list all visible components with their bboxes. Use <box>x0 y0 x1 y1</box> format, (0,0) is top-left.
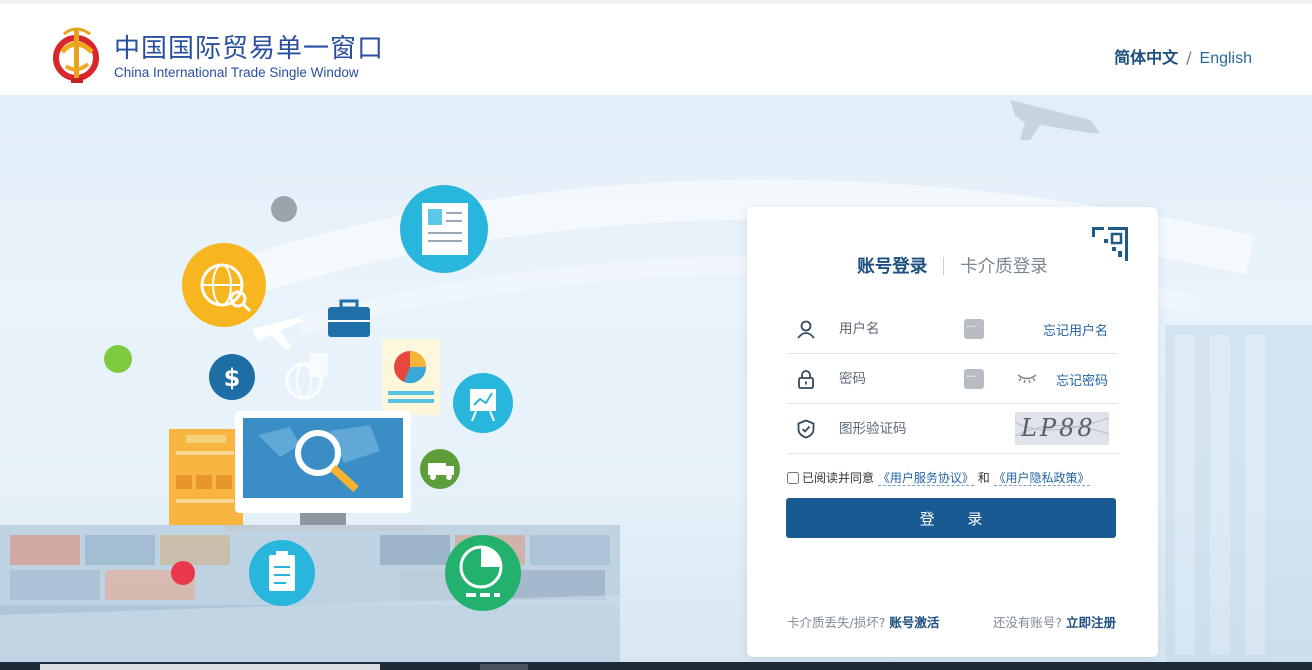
truck-icon <box>420 449 460 489</box>
lang-separator: / <box>1186 48 1192 67</box>
tab-divider <box>943 257 945 275</box>
grey-dot <box>271 196 297 222</box>
shield-check-icon <box>797 419 815 439</box>
agreement-row: 已阅读并同意 《用户服务协议》 和 《用户隐私政策》 <box>787 469 1127 486</box>
forgot-password-link[interactable]: 忘记密码 <box>1056 370 1108 389</box>
account-activate-link[interactable]: 账号激活 <box>889 615 939 630</box>
lang-chinese-link[interactable]: 简体中文 <box>1114 48 1178 67</box>
password-field: 忘记密码 <box>787 354 1118 404</box>
privacy-policy-link[interactable]: 《用户隐私政策》 <box>993 471 1090 486</box>
card-lost-text: 卡介质丢失/损坏? <box>787 615 886 630</box>
logo-title-en: China International Trade Single Window <box>114 65 359 80</box>
taskbar-strip <box>0 662 1312 670</box>
tab-account-login[interactable]: 账号登录 <box>857 257 927 277</box>
svg-text:$: $ <box>224 364 241 392</box>
globe-documents-icon <box>285 353 328 400</box>
taskbar-item[interactable] <box>480 664 528 670</box>
captcha-image[interactable]: LP88 <box>1015 412 1109 445</box>
pie-chart-document-icon <box>382 339 440 415</box>
card-lost-row: 卡介质丢失/损坏? 账号激活 <box>787 612 939 631</box>
register-link[interactable]: 立即注册 <box>1066 615 1116 630</box>
no-account-text: 还没有账号? <box>992 615 1062 630</box>
lock-icon <box>798 370 814 389</box>
building-background <box>1165 325 1312 662</box>
presentation-chart-icon <box>453 373 513 433</box>
airplane-background-icon <box>1010 100 1100 140</box>
profile-document-icon <box>400 185 488 273</box>
forgot-username-link[interactable]: 忘记用户名 <box>1043 320 1108 339</box>
header: 中国国际贸易单一窗口 China International Trade Sin… <box>0 0 1312 95</box>
monitor-icon <box>225 411 425 531</box>
clipboard-icon <box>249 540 315 606</box>
login-tabs: 账号登录 卡介质登录 <box>747 253 1158 278</box>
globe-search-icon <box>182 243 266 327</box>
logo-title-cn: 中国国际贸易单一窗口 <box>114 34 385 64</box>
agreement-and: 和 <box>977 471 990 485</box>
agreement-prefix: 已阅读并同意 <box>802 471 875 485</box>
language-switcher: 简体中文 / English <box>1114 44 1252 68</box>
user-icon <box>797 320 815 339</box>
eye-closed-icon[interactable] <box>1017 371 1037 385</box>
keyboard-icon[interactable] <box>964 369 984 389</box>
taskbar-item[interactable] <box>40 664 380 670</box>
logo-emblem-icon <box>53 27 99 83</box>
register-row: 还没有账号? 立即注册 <box>993 612 1116 631</box>
green-dot <box>104 345 132 373</box>
lang-english-link[interactable]: English <box>1200 50 1252 67</box>
tab-card-login[interactable]: 卡介质登录 <box>960 257 1048 277</box>
agreement-checkbox[interactable] <box>787 472 799 484</box>
service-agreement-link[interactable]: 《用户服务协议》 <box>877 471 974 486</box>
captcha-field: LP88 <box>787 404 1118 454</box>
dollar-icon: $ <box>209 354 255 400</box>
login-card: 账号登录 卡介质登录 忘记用户名 忘记密码 <box>747 207 1158 657</box>
red-dot <box>171 561 195 585</box>
captcha-text: LP88 <box>1021 414 1096 442</box>
airplane-icon <box>252 317 302 349</box>
port-containers <box>0 525 620 662</box>
pie-analytics-icon <box>445 535 521 611</box>
login-button[interactable]: 登 录 <box>786 498 1116 538</box>
username-field: 忘记用户名 <box>787 304 1118 354</box>
form-document-icon <box>169 429 243 525</box>
captcha-input[interactable] <box>839 418 999 440</box>
keyboard-icon[interactable] <box>964 319 984 339</box>
